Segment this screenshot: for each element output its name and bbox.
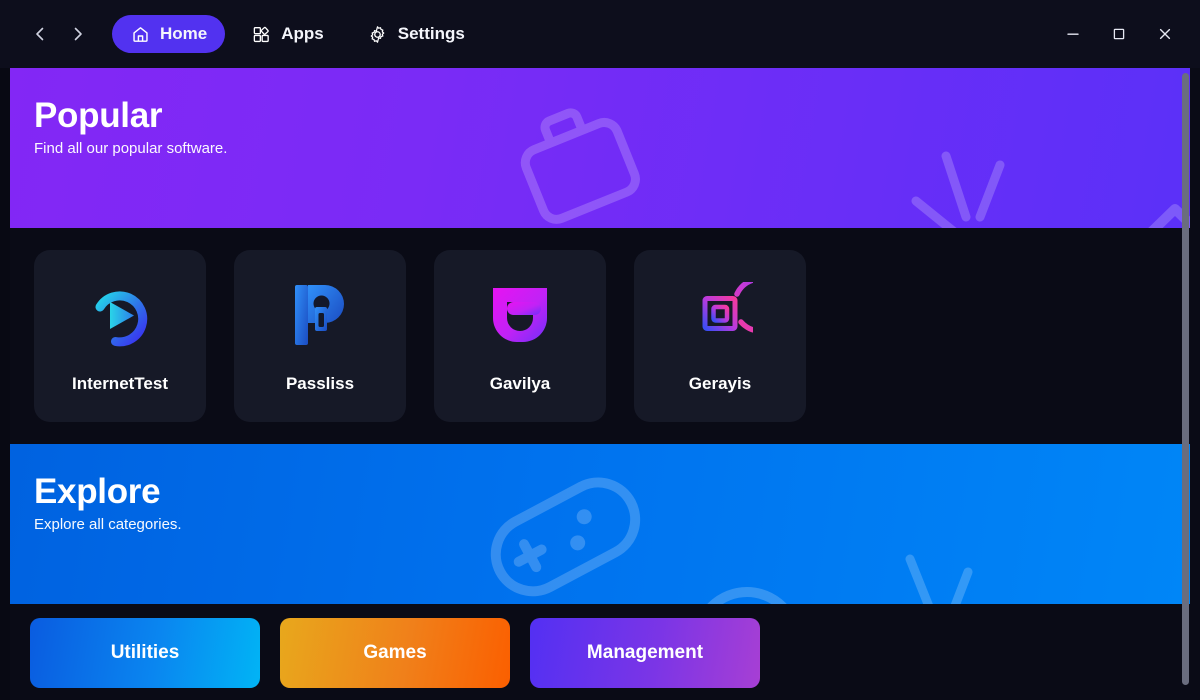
left-gutter <box>0 68 10 700</box>
close-button[interactable] <box>1142 12 1188 56</box>
app-card-label: Passliss <box>285 374 355 393</box>
banner-popular-title: Popular <box>34 96 163 135</box>
category-label: Management <box>586 642 704 663</box>
sparkle-lines-icon <box>890 143 1030 228</box>
nav-tabs: Home Apps Settings <box>112 15 483 53</box>
internettest-logo <box>83 278 157 352</box>
category-label: Utilities <box>110 642 180 663</box>
tab-home[interactable]: Home <box>112 15 226 53</box>
chevron-right-icon <box>74 27 82 41</box>
gavilya-logo <box>483 278 557 352</box>
category-list: Utilities Games Management <box>30 618 760 688</box>
back-button[interactable] <box>26 20 54 48</box>
banner-explore[interactable]: Explore Explore all categories. <box>10 444 1190 604</box>
app-card-label: Gavilya <box>489 374 551 393</box>
tab-apps[interactable]: Apps <box>233 15 342 53</box>
popular-app-list: InternetTest Passliss Gavilya Gerayis <box>34 250 806 422</box>
banner-popular[interactable]: Popular Find all our popular software. <box>10 68 1190 228</box>
forward-button[interactable] <box>64 20 92 48</box>
apps-icon <box>251 24 271 44</box>
banner-explore-title: Explore <box>34 472 161 511</box>
tab-home-label: Home <box>160 24 208 43</box>
category-button-games[interactable]: Games <box>280 618 510 688</box>
category-button-management[interactable]: Management <box>530 618 760 688</box>
app-card-gerayis[interactable]: Gerayis <box>634 250 806 422</box>
app-card-label: InternetTest <box>71 374 169 393</box>
circle-arc-icon <box>682 572 812 604</box>
briefcase-icon <box>515 90 645 228</box>
banner-explore-subtitle: Explore all categories. <box>34 516 182 533</box>
gear-icon <box>368 24 388 44</box>
gamepad-icon <box>475 466 655 604</box>
minimize-button[interactable] <box>1050 12 1096 56</box>
chevron-left-icon <box>36 27 44 41</box>
app-card-passliss[interactable]: Passliss <box>234 250 406 422</box>
nav-arrows <box>26 20 92 48</box>
close-icon <box>1159 28 1171 40</box>
app-window: Home Apps Settings Popular Find all our … <box>0 0 1200 700</box>
window-controls <box>1050 0 1188 68</box>
minimize-icon <box>1067 33 1079 35</box>
tab-apps-label: Apps <box>281 24 324 43</box>
tab-settings-label: Settings <box>397 24 465 43</box>
app-card-internettest[interactable]: InternetTest <box>34 250 206 422</box>
passliss-logo <box>283 278 357 352</box>
chevron-up-small-icon <box>1130 193 1190 228</box>
category-label: Games <box>363 642 427 663</box>
home-icon <box>130 24 150 44</box>
app-card-gavilya[interactable]: Gavilya <box>434 250 606 422</box>
tab-settings[interactable]: Settings <box>350 15 483 53</box>
sparkle-lines-icon <box>890 544 1030 604</box>
maximize-button[interactable] <box>1096 12 1142 56</box>
banner-popular-subtitle: Find all our popular software. <box>34 140 228 157</box>
titlebar: Home Apps Settings <box>0 0 1200 68</box>
category-button-utilities[interactable]: Utilities <box>30 618 260 688</box>
app-card-label: Gerayis <box>688 374 752 393</box>
maximize-icon <box>1113 28 1125 40</box>
scrollbar-thumb[interactable] <box>1182 73 1189 685</box>
gerayis-logo <box>683 278 757 352</box>
